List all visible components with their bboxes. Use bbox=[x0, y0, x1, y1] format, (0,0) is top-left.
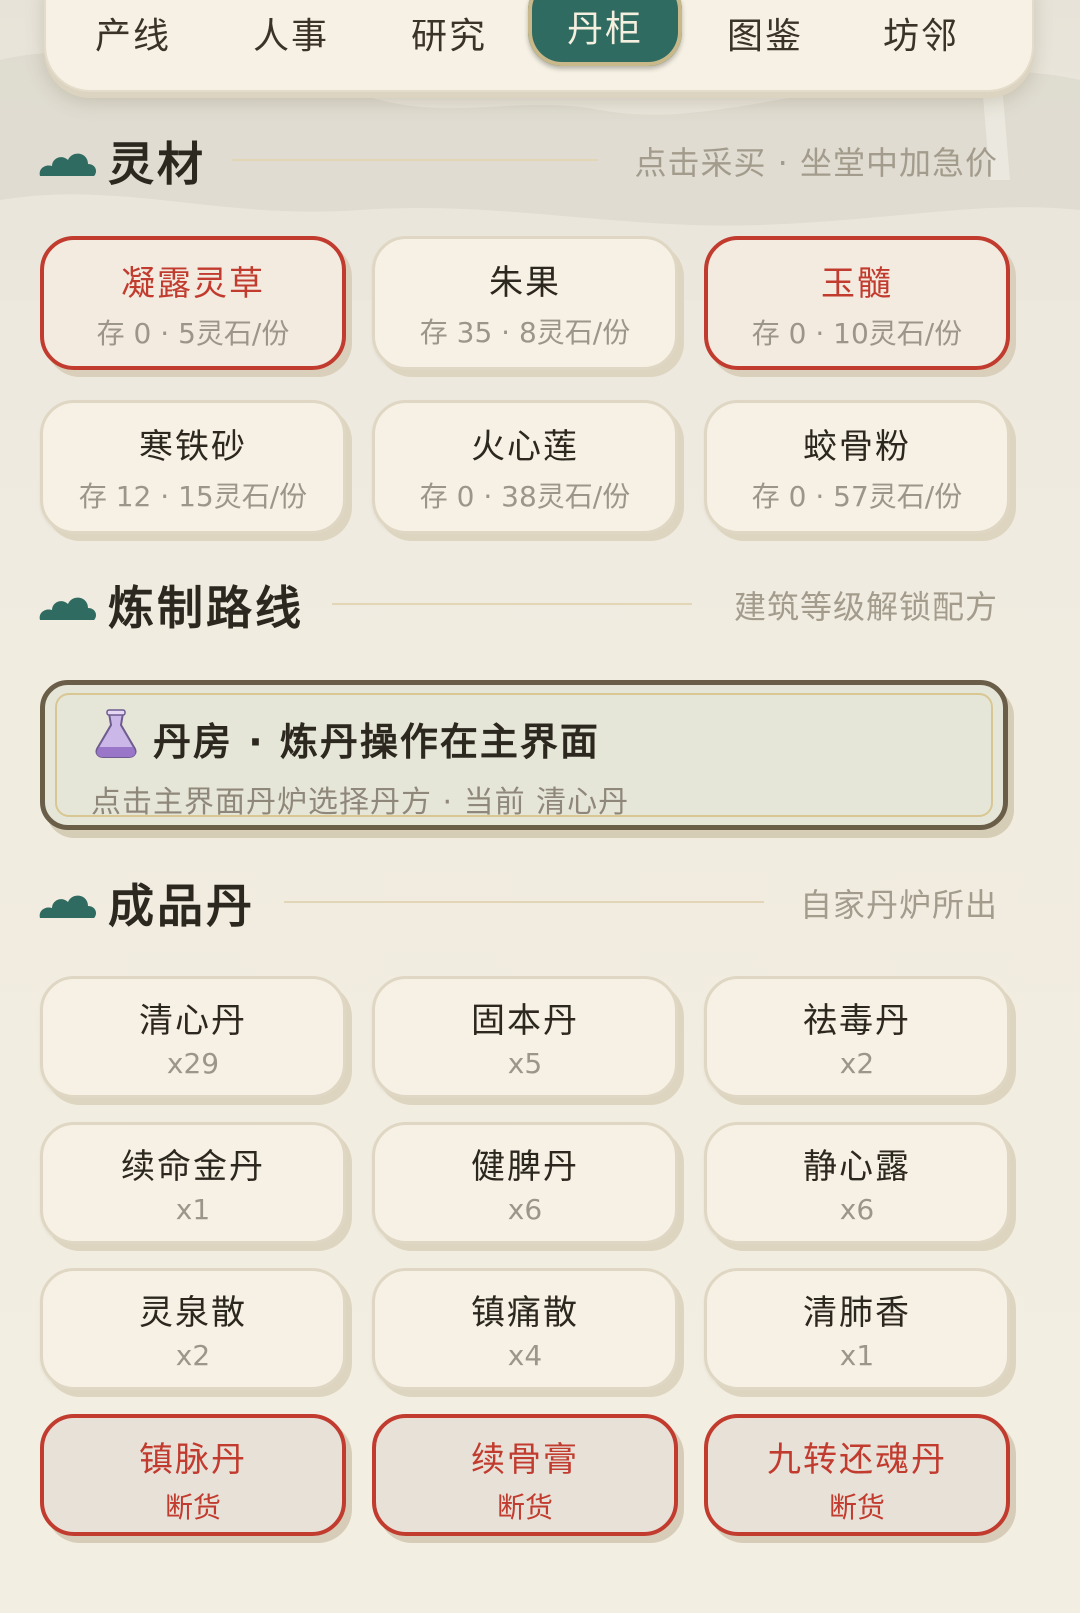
pill-quantity: x6 bbox=[839, 1193, 875, 1226]
section-hint: 点击采买 · 坐堂中加急价 bbox=[634, 144, 998, 182]
tab-research[interactable]: 研究 bbox=[374, 0, 524, 66]
material-name: 朱果 bbox=[489, 263, 561, 303]
pill-name: 灵泉散 bbox=[139, 1293, 247, 1333]
material-card[interactable]: 凝露灵草 存 0 · 5灵石/份 bbox=[40, 236, 346, 370]
pill-quantity: x2 bbox=[839, 1047, 875, 1080]
pill-name: 续命金丹 bbox=[121, 1147, 265, 1187]
pill-quantity: x6 bbox=[507, 1193, 543, 1226]
flask-icon bbox=[95, 709, 137, 758]
pill-name: 静心露 bbox=[803, 1147, 911, 1187]
material-card[interactable]: 蛟骨粉 存 0 · 57灵石/份 bbox=[704, 400, 1010, 534]
material-info: 存 12 · 15灵石/份 bbox=[78, 480, 308, 513]
pill-card[interactable]: 清肺香 x1 bbox=[704, 1268, 1010, 1390]
pill-card-out-of-stock[interactable]: 续骨膏 断货 bbox=[372, 1414, 678, 1536]
pill-name: 祛毒丹 bbox=[803, 1001, 911, 1041]
pill-card-out-of-stock[interactable]: 九转还魂丹 断货 bbox=[704, 1414, 1010, 1536]
pill-quantity: x29 bbox=[166, 1047, 220, 1080]
material-card[interactable]: 玉髓 存 0 · 10灵石/份 bbox=[704, 236, 1010, 370]
section-title: 灵材 bbox=[108, 137, 206, 191]
material-info: 存 0 · 10灵石/份 bbox=[751, 317, 963, 350]
pill-card-out-of-stock[interactable]: 镇脉丹 断货 bbox=[40, 1414, 346, 1536]
section-title: 炼制路线 bbox=[108, 581, 304, 635]
material-info: 存 0 · 5灵石/份 bbox=[96, 317, 290, 350]
pill-quantity: x1 bbox=[839, 1339, 875, 1372]
pill-card[interactable]: 静心露 x6 bbox=[704, 1122, 1010, 1244]
stock-status: 断货 bbox=[164, 1491, 221, 1524]
material-name: 寒铁砂 bbox=[139, 427, 247, 467]
pill-name: 清心丹 bbox=[139, 1001, 247, 1041]
pill-quantity: x2 bbox=[175, 1339, 211, 1372]
pill-card[interactable]: 清心丹 x29 bbox=[40, 976, 346, 1098]
material-name: 火心莲 bbox=[471, 427, 579, 467]
material-name: 玉髓 bbox=[821, 264, 893, 304]
route-description: 点击主界面丹炉选择丹方 · 当前 清心丹 bbox=[91, 785, 630, 820]
section-header-pills: 成品丹 自家丹炉所出 bbox=[36, 870, 1036, 933]
section-title: 成品丹 bbox=[108, 879, 255, 933]
tab-codex[interactable]: 图鉴 bbox=[690, 0, 840, 66]
section-header-routes: 炼制路线 建筑等级解锁配方 bbox=[36, 572, 1036, 635]
stock-status: 断货 bbox=[496, 1491, 553, 1524]
material-card[interactable]: 火心莲 存 0 · 38灵石/份 bbox=[372, 400, 678, 534]
divider bbox=[284, 901, 764, 903]
pill-quantity: x5 bbox=[507, 1047, 543, 1080]
divider bbox=[332, 603, 692, 605]
pill-name: 九转还魂丹 bbox=[767, 1440, 947, 1480]
alchemy-route-banner[interactable]: 丹房 · 炼丹操作在主界面 点击主界面丹炉选择丹方 · 当前 清心丹 bbox=[40, 680, 1008, 830]
pill-card[interactable]: 续命金丹 x1 bbox=[40, 1122, 346, 1244]
pill-card[interactable]: 固本丹 x5 bbox=[372, 976, 678, 1098]
tab-production[interactable]: 产线 bbox=[58, 0, 208, 66]
pill-card[interactable]: 健脾丹 x6 bbox=[372, 1122, 678, 1244]
pill-name: 续骨膏 bbox=[471, 1440, 579, 1480]
stock-status: 断货 bbox=[828, 1491, 885, 1524]
material-name: 凝露灵草 bbox=[121, 264, 265, 304]
pill-name: 固本丹 bbox=[471, 1001, 579, 1041]
section-hint: 建筑等级解锁配方 bbox=[733, 588, 998, 626]
section-header-materials: 灵材 点击采买 · 坐堂中加急价 bbox=[36, 128, 1036, 191]
material-info: 存 35 · 8灵石/份 bbox=[419, 316, 631, 349]
material-card[interactable]: 朱果 存 35 · 8灵石/份 bbox=[372, 236, 678, 370]
pill-name: 镇痛散 bbox=[471, 1293, 579, 1333]
pill-card[interactable]: 祛毒丹 x2 bbox=[704, 976, 1010, 1098]
tab-pill-cabinet[interactable]: 丹柜 bbox=[528, 0, 682, 66]
cloud-icon bbox=[39, 895, 96, 918]
pill-quantity: x1 bbox=[175, 1193, 211, 1226]
tab-neighbors[interactable]: 坊邻 bbox=[846, 0, 996, 66]
pill-card[interactable]: 镇痛散 x4 bbox=[372, 1268, 678, 1390]
pill-name: 清肺香 bbox=[803, 1293, 911, 1333]
material-card[interactable]: 寒铁砂 存 12 · 15灵石/份 bbox=[40, 400, 346, 534]
cloud-icon bbox=[39, 597, 96, 620]
pill-name: 镇脉丹 bbox=[139, 1440, 247, 1480]
pill-quantity: x4 bbox=[507, 1339, 543, 1372]
pill-name: 健脾丹 bbox=[471, 1147, 579, 1187]
route-title: 丹房 · 炼丹操作在主界面 bbox=[153, 720, 600, 764]
section-hint: 自家丹炉所出 bbox=[799, 886, 998, 924]
cloud-icon bbox=[39, 153, 96, 176]
material-name: 蛟骨粉 bbox=[803, 427, 911, 467]
tab-personnel[interactable]: 人事 bbox=[216, 0, 366, 66]
material-info: 存 0 · 57灵石/份 bbox=[751, 480, 963, 513]
pill-card[interactable]: 灵泉散 x2 bbox=[40, 1268, 346, 1390]
divider bbox=[232, 159, 598, 161]
material-info: 存 0 · 38灵石/份 bbox=[419, 480, 631, 513]
tab-bar: 产线 人事 研究 丹柜 图鉴 坊邻 bbox=[44, 0, 1034, 92]
